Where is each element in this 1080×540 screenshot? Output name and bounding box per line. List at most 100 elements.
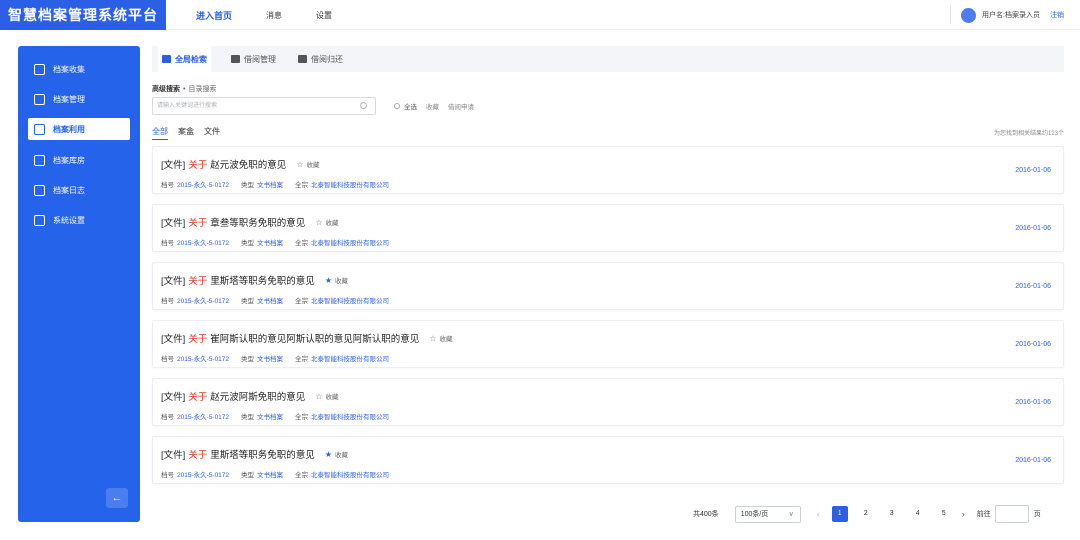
advanced-search-link[interactable]: 高级搜索 [152,84,180,94]
result-title[interactable]: [文件] 关于 里斯塔等职务免职的意见 ★ 收藏 [161,447,348,462]
sidebar-item-label: 档案管理 [53,94,85,104]
doc-no-label: 档号 [161,298,174,305]
fonds-value[interactable]: 北泰智能科技股份有限公司 [311,356,389,363]
doc-no-value[interactable]: 2015-永久-5-0172 [177,414,229,421]
sidebar-item-manage[interactable]: 档案管理 [28,88,130,110]
doc-no-value[interactable]: 2015-永久-5-0172 [177,298,229,305]
type-value[interactable]: 文书档案 [257,240,283,247]
doc-no-value[interactable]: 2015-永久-5-0172 [177,240,229,247]
type-prefix: [文件] [161,160,186,171]
search-input[interactable]: 请输入关键词进行搜索 [152,97,376,115]
logout-link[interactable]: 注销 [1050,10,1064,20]
result-meta: 档号 2015-永久-5-0172 类型 文书档案 全宗 北泰智能科技股份有限公司 [161,469,401,479]
goto-page-input[interactable] [994,505,1029,523]
favorite-toggle[interactable]: ☆ 收藏 [315,217,338,228]
type-value[interactable]: 文书档案 [257,298,283,305]
page-5[interactable]: 5 [936,506,952,522]
result-title[interactable]: [文件] 关于 崔阿斯认职的意见阿斯认职的意见阿斯认职的意见 ☆ 收藏 [161,331,452,346]
result-card[interactable]: [文件] 关于 章叁等职务免职的意见 ☆ 收藏 档号 2015-永久-5-0172 类型 文书档… [152,204,1064,252]
tab-borrow-manage[interactable]: 借阅管理 [229,46,278,72]
tab-bar: 全局检索 借阅管理 借阅归还 [152,46,1064,72]
type-label: 类型 [241,240,255,247]
type-value[interactable]: 文书档案 [257,182,283,189]
page-4[interactable]: 4 [910,506,926,522]
favorite-toggle[interactable]: ★ 收藏 [325,275,348,286]
sidebar-item-settings[interactable]: 系统设置 [28,209,130,231]
directory-search-link[interactable]: 目录搜索 [188,84,216,94]
search-mode-row: 高级搜索 • 目录搜索 [152,84,216,94]
type-value[interactable]: 文书档案 [257,414,283,421]
sidebar-item-warehouse[interactable]: 档案库房 [28,149,130,171]
subtab-box[interactable]: 案盒 [178,126,194,140]
borrow-request-filter[interactable]: 借阅申请 [448,101,474,111]
result-meta: 档号 2015-永久-5-0172 类型 文书档案 全宗 北泰智能科技股份有限公司 [161,295,401,305]
app-title: 智慧档案管理系统平台 [0,0,166,30]
sidebar-item-use[interactable]: 档案利用 [28,118,130,140]
keyword-highlight: 关于 [188,160,208,171]
type-value[interactable]: 文书档案 [257,472,283,479]
chevron-down-icon: ∨ [788,510,794,518]
sidebar-item-label: 系统设置 [53,215,85,225]
result-card[interactable]: [文件] 关于 崔阿斯认职的意见阿斯认职的意见阿斯认职的意见 ☆ 收藏 档号 2015-永久… [152,320,1064,368]
type-prefix: [文件] [161,392,186,403]
result-meta: 档号 2015-永久-5-0172 类型 文书档案 全宗 北泰智能科技股份有限公司 [161,237,401,247]
nav-messages[interactable]: 消息 [266,10,282,21]
page-size-select[interactable]: 100条/页 ∨ [734,505,801,523]
fonds-value[interactable]: 北泰智能科技股份有限公司 [311,182,389,189]
pagination: 共400条 100条/页 ∨ ‹ 1 2 3 4 5 › 前往 页 [693,505,1041,523]
result-card[interactable]: [文件] 关于 里斯塔等职务免职的意见 ★ 收藏 档号 2015-永久-5-0172 类型 文书… [152,262,1064,310]
type-prefix: [文件] [161,218,186,229]
search-icon[interactable] [360,102,367,109]
doc-no-value[interactable]: 2015-永久-5-0172 [177,472,229,479]
subtab-all[interactable]: 全部 [152,126,168,140]
sidebar-item-label: 档案收集 [53,64,85,74]
result-meta: 档号 2015-永久-5-0172 类型 文书档案 全宗 北泰智能科技股份有限公司 [161,411,401,421]
favorite-toggle[interactable]: ☆ 收藏 [296,159,319,170]
select-all-radio[interactable] [394,103,400,109]
doc-no-value[interactable]: 2015-永久-5-0172 [177,356,229,363]
title-text: 崔阿斯认职的意见阿斯认职的意见阿斯认职的意见 [210,334,420,345]
fonds-value[interactable]: 北泰智能科技股份有限公司 [311,472,389,479]
type-label: 类型 [241,472,255,479]
sidebar-item-label: 档案库房 [53,155,85,165]
result-meta: 档号 2015-永久-5-0172 类型 文书档案 全宗 北泰智能科技股份有限公司 [161,353,401,363]
nav-settings[interactable]: 设置 [316,10,332,21]
tab-borrow-return[interactable]: 借阅归还 [296,46,345,72]
type-value[interactable]: 文书档案 [257,356,283,363]
result-card[interactable]: [文件] 关于 里斯塔等职务免职的意见 ★ 收藏 档号 2015-永久-5-0172 类型 文书… [152,436,1064,484]
sidebar-item-collect[interactable]: 档案收集 [28,58,130,80]
warehouse-icon [34,154,45,166]
result-title[interactable]: [文件] 关于 赵元波免职的意见 ☆ 收藏 [161,157,319,172]
favorite-toggle[interactable]: ☆ 收藏 [429,333,452,344]
doc-no-label: 档号 [161,414,174,421]
page-1[interactable]: 1 [831,506,848,522]
favorite-toggle[interactable]: ★ 收藏 [325,449,348,460]
prev-page-icon[interactable]: ‹ [817,509,820,519]
collapse-sidebar-button[interactable]: ← [106,488,128,508]
type-label: 类型 [241,182,255,189]
result-title[interactable]: [文件] 关于 章叁等职务免职的意见 ☆ 收藏 [161,215,338,230]
fonds-value[interactable]: 北泰智能科技股份有限公司 [311,240,389,247]
subtab-file[interactable]: 文件 [204,126,220,140]
favorite-toggle[interactable]: ☆ 收藏 [315,391,338,402]
nav-home[interactable]: 进入首页 [196,9,232,22]
result-title[interactable]: [文件] 关于 里斯塔等职务免职的意见 ★ 收藏 [161,273,348,288]
result-title[interactable]: [文件] 关于 赵元波阿斯免职的意见 ☆ 收藏 [161,389,338,404]
result-card[interactable]: [文件] 关于 赵元波免职的意见 ☆ 收藏 档号 2015-永久-5-0172 类型 文书档案 全… [152,146,1064,194]
tab-global-search[interactable]: 全局检索 [158,46,211,72]
doc-no-value[interactable]: 2015-永久-5-0172 [177,182,229,189]
sidebar-item-log[interactable]: 档案日志 [28,179,130,201]
star-icon: ☆ [296,159,304,169]
page-3[interactable]: 3 [884,506,900,522]
fonds-value[interactable]: 北泰智能科技股份有限公司 [311,414,389,421]
next-page-icon[interactable]: › [962,509,965,519]
favorite-filter[interactable]: 收藏 [426,101,439,111]
category-tabs: 全部 案盒 文件 [152,126,230,140]
page-2[interactable]: 2 [858,506,874,522]
fonds-label: 全宗 [295,298,309,305]
type-prefix: [文件] [161,276,186,287]
select-all-label[interactable]: 全选 [404,101,417,111]
fonds-value[interactable]: 北泰智能科技股份有限公司 [311,298,389,305]
result-card[interactable]: [文件] 关于 赵元波阿斯免职的意见 ☆ 收藏档号 2015-永久-5-0172 类型 文书档… [152,378,1064,426]
avatar[interactable] [961,7,977,23]
